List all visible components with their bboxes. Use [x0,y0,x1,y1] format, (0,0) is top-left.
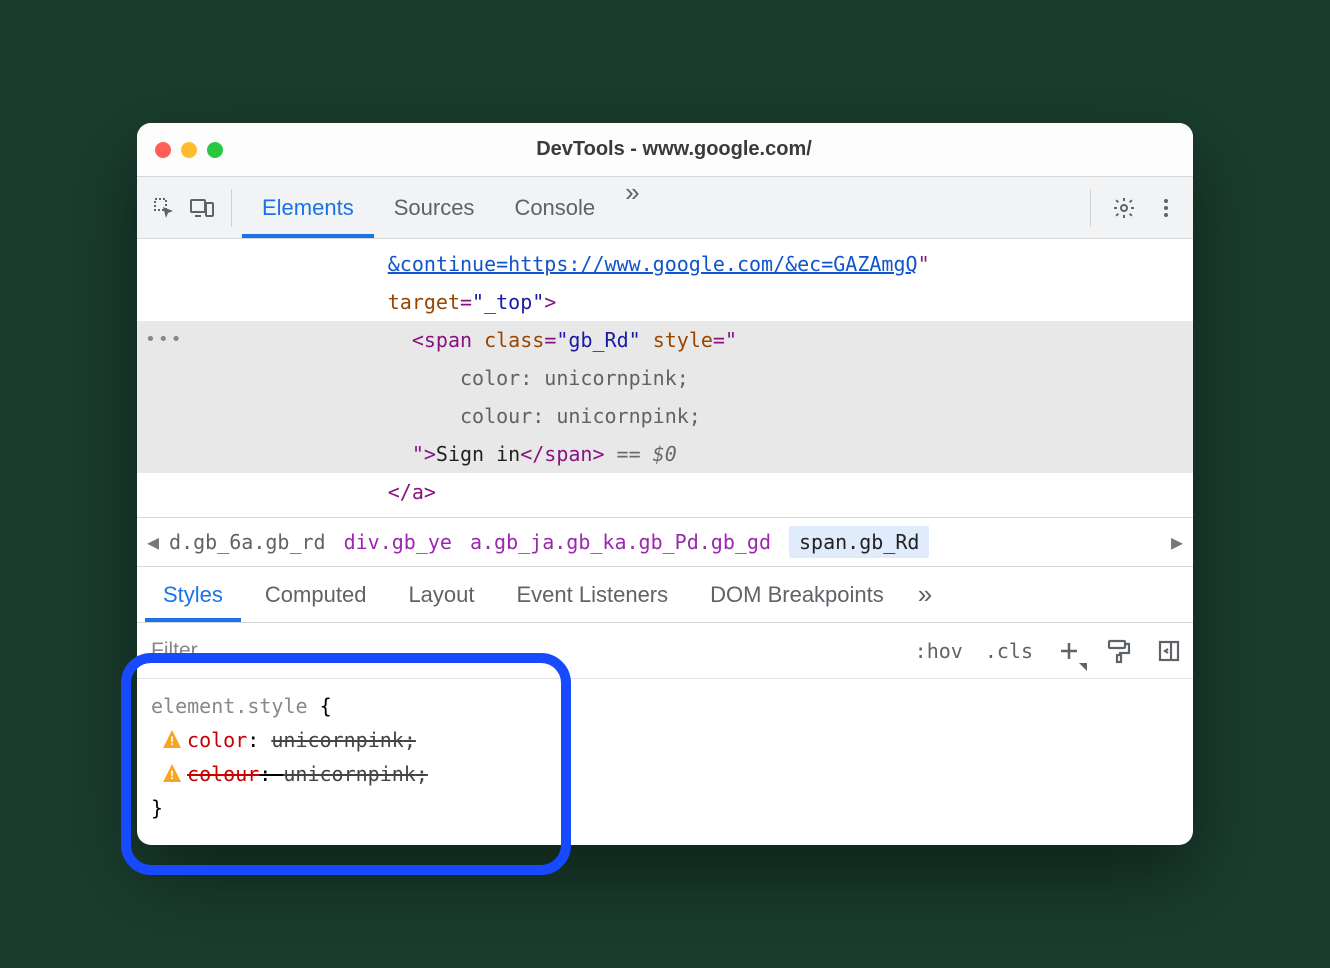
rule-selector[interactable]: element.style { [151,689,1179,723]
window-title: DevTools - www.google.com/ [223,138,1125,161]
more-tabs-icon[interactable]: » [615,177,649,238]
href-url: &continue=https://www.google.com/&ec=GAZ… [388,252,918,276]
close-window-icon[interactable] [155,142,171,158]
dom-line: <span class="gb_Rd" style=" [137,321,1193,359]
tab-elements[interactable]: Elements [242,177,374,238]
rule-close-brace: } [151,791,1179,825]
warning-icon [163,730,181,748]
traffic-lights [155,142,223,158]
settings-gear-icon[interactable] [1105,189,1143,227]
styles-toolbar: Filter :hov .cls [137,623,1193,679]
dom-line: color: unicornpink; [137,359,1193,397]
subtab-dom-breakpoints[interactable]: DOM Breakpoints [692,567,902,622]
expand-dots-icon[interactable]: ••• [145,325,184,356]
device-toggle-icon[interactable] [183,189,221,227]
rule-declaration[interactable]: colour: unicornpink; [151,757,1179,791]
dom-line[interactable]: &continue=https://www.google.com/&ec=GAZ… [137,245,1193,283]
toolbar-separator [231,189,232,227]
kebab-menu-icon[interactable] [1147,189,1185,227]
hov-toggle[interactable]: :hov [915,639,963,663]
more-subtabs-icon[interactable]: » [908,579,942,610]
main-tabs: Elements Sources Console » [242,177,650,238]
titlebar: DevTools - www.google.com/ [137,123,1193,177]
dom-line: colour: unicornpink; [137,397,1193,435]
dom-line[interactable]: </a> [137,473,1193,511]
minimize-window-icon[interactable] [181,142,197,158]
breadcrumb-item[interactable]: a.gb_ja.gb_ka.gb_Pd.gb_gd [470,530,771,554]
tab-console[interactable]: Console [494,177,615,238]
breadcrumb-left-arrow-icon[interactable]: ◀ [143,530,163,554]
subtab-layout[interactable]: Layout [390,567,492,622]
selected-node[interactable]: ••• <span class="gb_Rd" style=" color: u… [137,321,1193,473]
subtab-event-listeners[interactable]: Event Listeners [499,567,687,622]
dom-line: ">Sign in</span> == $0 [137,435,1193,473]
breadcrumb-item[interactable]: d.gb_6a.gb_rd [169,530,326,554]
inspect-element-icon[interactable] [145,189,183,227]
styles-filter-input[interactable]: Filter [147,633,267,669]
devtools-window: DevTools - www.google.com/ Elements Sour… [137,123,1193,845]
toolbar-separator [1090,189,1091,227]
breadcrumb-item[interactable]: div.gb_ye [344,530,452,554]
dom-breadcrumb: ◀ d.gb_6a.gb_rd div.gb_ye a.gb_ja.gb_ka.… [137,517,1193,567]
breadcrumb-item-selected[interactable]: span.gb_Rd [789,526,929,558]
rule-declaration[interactable]: color: unicornpink; [151,723,1179,757]
maximize-window-icon[interactable] [207,142,223,158]
elements-dom-tree[interactable]: &continue=https://www.google.com/&ec=GAZ… [137,239,1193,517]
styles-subtabs: Styles Computed Layout Event Listeners D… [137,567,1193,623]
tab-sources[interactable]: Sources [374,177,495,238]
breadcrumb-right-arrow-icon[interactable]: ▶ [1167,530,1187,554]
paint-roller-icon[interactable] [1105,637,1133,665]
computed-panel-toggle-icon[interactable] [1155,637,1183,665]
subtab-computed[interactable]: Computed [247,567,385,622]
cls-toggle[interactable]: .cls [985,639,1033,663]
warning-icon [163,764,181,782]
subtab-styles[interactable]: Styles [145,567,241,622]
new-style-rule-icon[interactable] [1055,637,1083,665]
style-rules-pane[interactable]: element.style { color: unicornpink; colo… [137,679,1193,845]
main-toolbar: Elements Sources Console » [137,177,1193,239]
dom-line[interactable]: target="_top"> [137,283,1193,321]
